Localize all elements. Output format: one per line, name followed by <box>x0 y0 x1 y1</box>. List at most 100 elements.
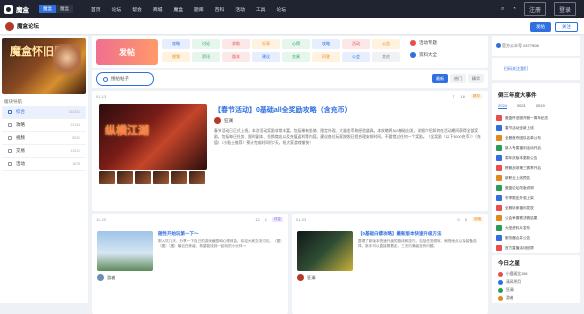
nav-link[interactable]: 首页 <box>91 6 101 13</box>
category-tag[interactable]: 公告 <box>372 39 400 49</box>
nav-link[interactable]: 魔盒 <box>173 6 183 13</box>
event-item[interactable]: 魔盒怀旧服开服一周年纪念 <box>496 113 578 123</box>
event-item[interactable]: 冬季限定外观上架 <box>496 193 578 203</box>
post-cover-image[interactable] <box>297 231 353 271</box>
sort-featured[interactable]: 精华 <box>468 74 484 83</box>
post-button[interactable]: 发帖 <box>530 22 551 32</box>
thumbnail[interactable] <box>135 171 151 184</box>
register-button[interactable]: 注册 <box>523 2 546 16</box>
game-banner[interactable]: 魔盒怀旧服 <box>2 38 86 94</box>
nav-link[interactable]: 题库 <box>194 6 204 13</box>
post-author[interactable]: 游者 <box>97 274 115 281</box>
site-logo[interactable]: 魔盒 <box>4 4 29 14</box>
featured-post-card[interactable]: 01-13 7 16 精华 纵横江湖 【春节活动】0基础all全奖励攻略（含充币… <box>92 91 488 211</box>
event-item[interactable]: 公会争霸赛决赛结果 <box>496 213 578 223</box>
official-account[interactable]: 官方公众号 2477908 <box>492 36 580 56</box>
thumbnail[interactable] <box>171 171 187 184</box>
post-card[interactable]: 11-20 12 1 讨论 随性开始玩第一下～ 刚入坑几天，分享一下自己的游戏截… <box>92 214 288 314</box>
post-author[interactable]: 狂澜 <box>297 274 315 281</box>
quick-link[interactable]: 资料大全 <box>410 52 486 58</box>
thumbnail[interactable] <box>189 171 205 184</box>
event-item[interactable]: 全服首杀团队名单公布 <box>496 133 578 143</box>
event-item[interactable]: 新人专属福利活动开启 <box>496 143 578 153</box>
event-icon <box>496 205 502 211</box>
event-label: 魔盒怀旧服开服一周年纪念 <box>505 115 549 120</box>
event-item[interactable]: 周年庆版本更新公告 <box>496 153 578 163</box>
sort-hot[interactable]: 热门 <box>450 74 466 83</box>
board-item[interactable]: 视频 5532 <box>2 132 86 145</box>
category-tag[interactable]: 攻略 <box>162 39 190 49</box>
tab-year[interactable]: 2024 <box>498 103 507 109</box>
event-item[interactable]: 服务器合并公告 <box>496 233 578 243</box>
thumbnail[interactable] <box>117 171 133 184</box>
category-tag[interactable]: 公会 <box>342 52 370 62</box>
event-icon <box>496 145 502 151</box>
follow-button[interactable]: 关注 <box>555 22 578 32</box>
star-item[interactable]: 狂澜 <box>498 286 576 294</box>
event-item[interactable]: 新职业上线预告 <box>496 173 578 183</box>
login-button[interactable]: 登录 <box>553 2 576 16</box>
star-item[interactable]: 游者 <box>498 294 576 302</box>
post-card[interactable]: 01-03 0 5 攻略 【0基础白嫖攻略】最新版本快速升级方法 整理了新版本快… <box>292 214 488 314</box>
nav-link[interactable]: 活动 <box>235 6 245 13</box>
event-item[interactable]: 魔盒论坛改版说明 <box>496 183 578 193</box>
category-tag[interactable]: 活动 <box>342 39 370 49</box>
post-title[interactable]: 随性开始玩第一下～ <box>158 231 199 237</box>
category-tag[interactable]: 交易 <box>282 52 310 62</box>
avatar <box>498 279 503 285</box>
thumbnail[interactable] <box>153 171 169 184</box>
search-input[interactable]: 搜帖帖子 <box>96 72 154 86</box>
event-icon <box>496 135 502 141</box>
board-item[interactable]: 活动 1678 <box>2 158 86 171</box>
category-tag[interactable]: 问答 <box>312 52 340 62</box>
post-title[interactable]: 【春节活动】0基础all全奖励攻略（含充币） <box>214 105 352 115</box>
board-icon <box>8 162 12 166</box>
board-item[interactable]: 交易 12211 <box>2 145 86 158</box>
board-item[interactable]: 攻略 21134 <box>2 119 86 132</box>
tab-year[interactable]: 2019 <box>536 103 545 109</box>
post-cover-image[interactable]: 纵横江湖 <box>99 104 207 170</box>
switch-tab-2[interactable]: 魔盒 <box>56 5 73 13</box>
event-item[interactable]: 大型资料片发布 <box>496 223 578 233</box>
nav-link[interactable]: 论坛 <box>276 6 286 13</box>
event-item[interactable]: 春节活动全新上线 <box>496 123 578 133</box>
tab-year[interactable]: 2021 <box>517 103 526 109</box>
category-tag[interactable]: 建议 <box>252 52 280 62</box>
category-tag[interactable]: 版本 <box>222 52 250 62</box>
post-author[interactable]: 狂澜 <box>214 117 233 124</box>
event-item[interactable]: 官方直播活动回顾 <box>496 243 578 253</box>
new-post-button[interactable]: 发帖 <box>96 39 158 65</box>
category-tag[interactable]: 分享 <box>252 39 280 49</box>
nav-link[interactable]: 论坛 <box>112 6 122 13</box>
sort-latest[interactable]: 最新 <box>432 74 448 83</box>
switch-tab-1[interactable]: 魔盒 <box>39 5 56 13</box>
category-tag[interactable]: 其他 <box>372 52 400 62</box>
category-tag[interactable]: 资讯 <box>192 52 220 62</box>
category-tag[interactable]: 攻略 <box>312 39 340 49</box>
post-cover-image[interactable] <box>97 231 153 271</box>
star-item[interactable]: 小鹿斑比156 <box>498 270 576 278</box>
nav-link[interactable]: 商城 <box>153 6 163 13</box>
category-tag[interactable]: 讨论 <box>192 39 220 49</box>
post-title[interactable]: 【0基础白嫖攻略】最新版本快速升级方法 <box>358 231 442 237</box>
star-item[interactable]: 清风明月 <box>498 278 576 286</box>
event-item[interactable]: 全服玩家福利发放 <box>496 203 578 213</box>
forum-title[interactable]: 魔盒论坛 <box>5 21 39 31</box>
event-item[interactable]: 跨服战场第三赛季开启 <box>496 163 578 173</box>
thumbnail[interactable] <box>99 171 115 184</box>
category-tag[interactable]: 视频 <box>162 52 190 62</box>
board-item[interactable]: 综合 134321 <box>2 106 86 119</box>
nav-link[interactable]: 百科 <box>215 6 225 13</box>
category-tag[interactable]: 求助 <box>222 39 250 49</box>
qr-box[interactable]: 扫码关注我们 <box>492 58 580 80</box>
nav-link[interactable]: 工具 <box>256 6 266 13</box>
bell-icon[interactable]: ◔ <box>512 6 516 12</box>
avatar <box>498 295 503 301</box>
search-icon[interactable]: ⌕ <box>501 6 504 13</box>
board-icon <box>8 123 12 127</box>
category-tag[interactable]: 心得 <box>282 39 310 49</box>
quick-link-label: 资料大全 <box>419 52 437 57</box>
nav-link[interactable]: 帮会 <box>132 6 142 13</box>
quick-link[interactable]: 活动专题 <box>410 40 486 46</box>
nav-actions: ⌕ ◔ 注册 登录 <box>501 2 584 16</box>
